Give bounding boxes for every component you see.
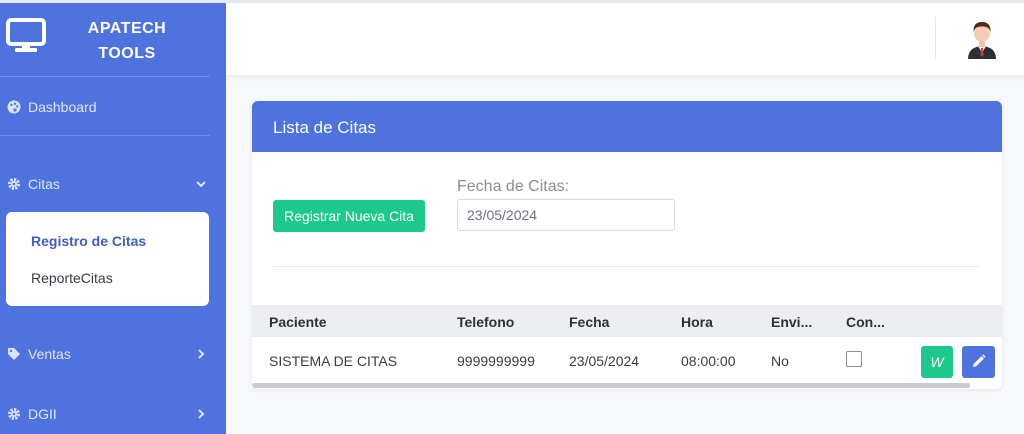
- sidebar-item-label: Citas: [28, 176, 60, 192]
- chevron-down-icon: [195, 177, 207, 193]
- sidebar-item-label: Ventas: [28, 346, 71, 362]
- topbar-divider: [935, 17, 936, 59]
- chevron-right-icon: [195, 407, 207, 423]
- card-divider: [273, 266, 981, 267]
- date-filter-input[interactable]: [457, 199, 675, 231]
- card-header: Lista de Citas: [252, 101, 1002, 152]
- brand-name: APATECH TOOLS: [87, 20, 167, 62]
- confirmed-checkbox[interactable]: [846, 351, 862, 367]
- sidebar-item-citas[interactable]: Citas: [0, 168, 226, 198]
- cell-enviado: No: [771, 353, 789, 369]
- sidebar-item-ventas[interactable]: Ventas: [0, 338, 226, 368]
- sidebar-divider: [0, 76, 210, 77]
- cell-telefono: 9999999999: [457, 353, 535, 369]
- submenu-item-registro-de-citas[interactable]: Registro de Citas: [31, 233, 146, 249]
- table-header: Paciente Telefono Fecha Hora Envi... Con…: [252, 305, 1002, 337]
- tag-icon: [7, 347, 21, 361]
- sidebar-divider: [0, 135, 210, 136]
- sidebar-item-label: Dashboard: [28, 99, 97, 115]
- register-new-appointment-button[interactable]: Registrar Nueva Cita: [273, 200, 425, 232]
- column-header-telefono[interactable]: Telefono: [457, 314, 514, 330]
- sidebar-item-label: DGII: [28, 406, 57, 422]
- edit-button[interactable]: [962, 346, 995, 378]
- sidebar-brand[interactable]: APATECH TOOLS: [0, 3, 226, 75]
- cell-fecha: 23/05/2024: [569, 353, 640, 369]
- table-row: SISTEMA DE CITAS 9999999999 23/05/2024 0…: [252, 337, 1002, 385]
- column-header-hora[interactable]: Hora: [681, 314, 713, 330]
- cell-hora: 08:00:00: [681, 353, 736, 369]
- column-header-enviado[interactable]: Envi...: [771, 314, 812, 330]
- user-avatar-icon[interactable]: [964, 17, 1000, 59]
- cell-paciente: SISTEMA DE CITAS: [269, 353, 398, 369]
- whatsapp-button[interactable]: W: [921, 346, 953, 378]
- column-header-paciente[interactable]: Paciente: [269, 314, 327, 330]
- date-filter-label: Fecha de Citas:: [457, 178, 570, 195]
- topbar: [226, 3, 1024, 75]
- column-header-fecha[interactable]: Fecha: [569, 314, 609, 330]
- citas-card: Lista de Citas Registrar Nueva Cita Fech…: [252, 101, 1002, 389]
- sidebar: APATECH TOOLS Dashboard Citas Registro d…: [0, 3, 226, 434]
- sidebar-item-dashboard[interactable]: Dashboard: [0, 91, 226, 121]
- column-header-confirmado[interactable]: Con...: [846, 314, 885, 330]
- monitor-icon: [6, 18, 46, 59]
- sidebar-item-dgii[interactable]: DGII: [0, 398, 226, 428]
- submenu-item-reportecitas[interactable]: ReporteCitas: [31, 270, 113, 286]
- gear-icon: [7, 177, 21, 191]
- chevron-right-icon: [195, 347, 207, 363]
- citas-submenu: Registro de Citas ReporteCitas: [6, 212, 209, 306]
- gear-icon: [7, 407, 21, 421]
- palette-icon: [7, 100, 21, 114]
- card-title: Lista de Citas: [273, 118, 376, 137]
- horizontal-scrollbar[interactable]: [252, 383, 970, 388]
